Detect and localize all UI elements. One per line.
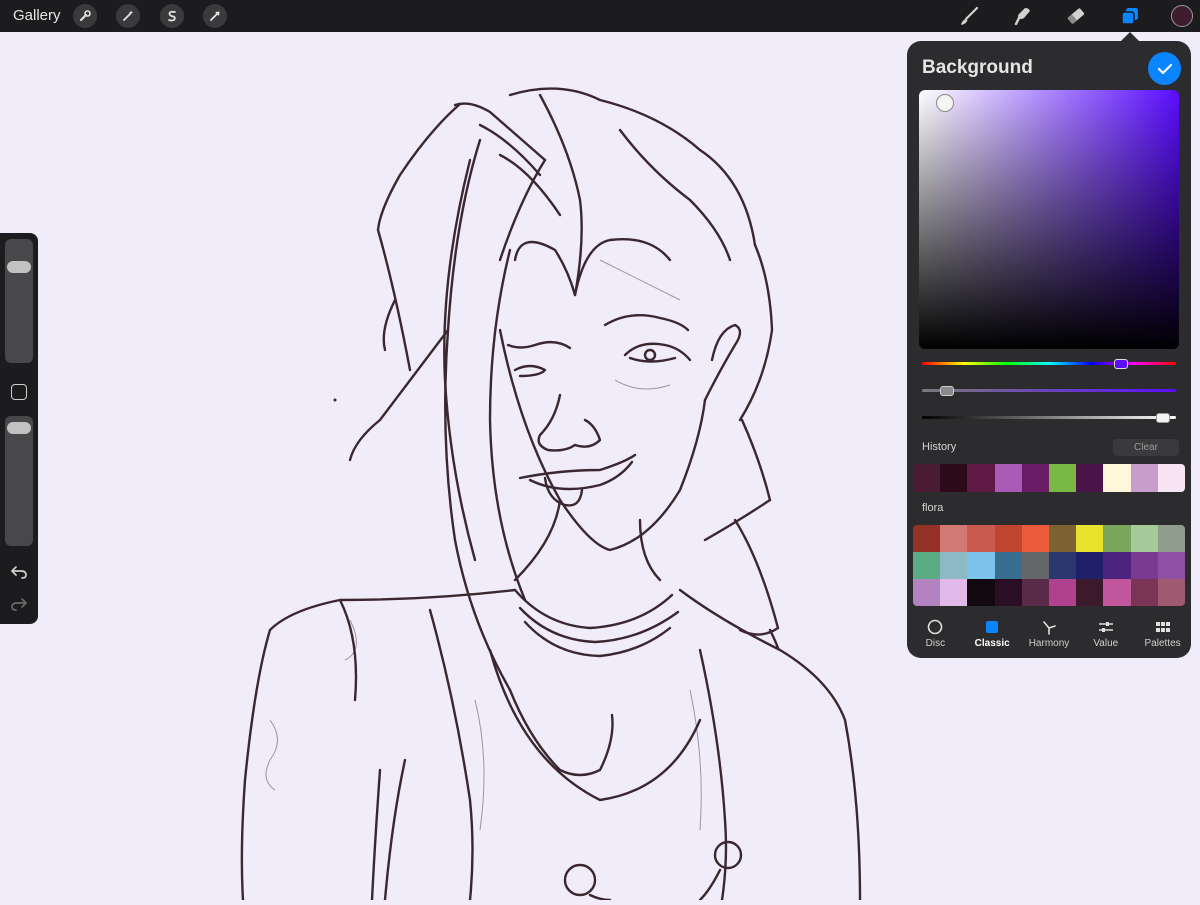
tab-label: Palettes: [1144, 638, 1181, 649]
tab-harmony[interactable]: Harmony: [1021, 613, 1078, 658]
palette-swatch[interactable]: [1130, 579, 1158, 606]
palette-swatch[interactable]: [1021, 525, 1049, 552]
palette-swatch[interactable]: [1076, 579, 1104, 606]
brightness-slider[interactable]: [922, 413, 1176, 423]
selection-s-icon[interactable]: [160, 4, 184, 28]
palette-swatch[interactable]: [994, 525, 1022, 552]
opacity-handle[interactable]: [7, 421, 31, 434]
palette-swatch[interactable]: [967, 579, 995, 606]
eraser-icon[interactable]: [1064, 4, 1088, 28]
history-swatch[interactable]: [1021, 464, 1050, 492]
palette-swatch[interactable]: [1130, 552, 1158, 579]
tab-label: Harmony: [1028, 638, 1070, 649]
classic-square-icon: [986, 621, 999, 633]
palettes-grid-icon: [1155, 622, 1170, 632]
palette-swatch[interactable]: [1103, 525, 1131, 552]
layers-icon[interactable]: [1118, 4, 1142, 28]
history-swatch[interactable]: [1157, 464, 1185, 492]
palette-swatch[interactable]: [940, 579, 968, 606]
brush-icon[interactable]: [957, 4, 981, 28]
history-swatch[interactable]: [1049, 464, 1077, 492]
palette-swatch[interactable]: [940, 525, 968, 552]
saturation-brightness-square[interactable]: [919, 90, 1179, 349]
palette-swatch[interactable]: [1157, 579, 1185, 606]
history-swatch[interactable]: [1076, 464, 1104, 492]
saturation-handle[interactable]: [939, 386, 954, 396]
palette-swatch[interactable]: [1021, 552, 1049, 579]
palette-swatch[interactable]: [1157, 552, 1185, 579]
disc-icon: [928, 619, 943, 635]
tab-palettes[interactable]: Palettes: [1134, 613, 1191, 658]
tab-label: Value: [1093, 638, 1119, 649]
redo-icon[interactable]: [9, 595, 29, 613]
harmony-icon: [1043, 621, 1056, 635]
saturation-slider[interactable]: [922, 386, 1176, 396]
palette-swatch[interactable]: [967, 552, 995, 579]
history-swatch[interactable]: [1130, 464, 1158, 492]
confirm-button[interactable]: [1148, 52, 1181, 85]
history-swatch[interactable]: [994, 464, 1022, 492]
active-color-swatch[interactable]: [1171, 5, 1193, 27]
tab-label: Classic: [974, 638, 1010, 649]
history-label: History: [922, 441, 957, 453]
checkmark-icon: [1157, 63, 1172, 74]
palette-swatch[interactable]: [967, 525, 995, 552]
palette-swatch[interactable]: [940, 552, 968, 579]
tab-value[interactable]: Value: [1077, 613, 1134, 658]
hue-slider[interactable]: [922, 359, 1176, 369]
tab-disc[interactable]: Disc: [907, 613, 964, 658]
palette-name: flora: [922, 502, 944, 514]
history-swatches: [913, 464, 1185, 492]
color-mode-tabs: Disc Classic Harmony Value Palettes: [907, 613, 1191, 658]
tab-label: Disc: [925, 638, 946, 649]
panel-title: Background: [922, 57, 1033, 78]
hue-handle[interactable]: [1114, 359, 1129, 369]
color-panel: Background History Clear flora Disc Clas…: [907, 41, 1191, 658]
history-swatch[interactable]: [913, 464, 941, 492]
brightness-handle[interactable]: [1156, 413, 1171, 423]
palette-swatch[interactable]: [1049, 552, 1077, 579]
palette-swatch[interactable]: [1130, 525, 1158, 552]
brush-size-handle[interactable]: [7, 261, 31, 274]
palette-swatch[interactable]: [1021, 579, 1049, 606]
gallery-button[interactable]: Gallery: [13, 7, 61, 24]
palette-swatch[interactable]: [1049, 525, 1077, 552]
tab-classic[interactable]: Classic: [964, 613, 1021, 658]
palette-swatch[interactable]: [994, 552, 1022, 579]
top-toolbar: Gallery: [0, 0, 1200, 32]
palette-swatch[interactable]: [913, 552, 941, 579]
opacity-slider[interactable]: [5, 416, 33, 546]
palette-swatch[interactable]: [913, 525, 941, 552]
history-swatch[interactable]: [967, 464, 995, 492]
palette-swatch[interactable]: [994, 579, 1022, 606]
color-picker-knob[interactable]: [936, 93, 955, 112]
transform-arrow-icon[interactable]: [203, 4, 227, 28]
value-sliders-icon: [1098, 622, 1113, 632]
history-swatch[interactable]: [940, 464, 968, 492]
left-sidebar: [0, 233, 38, 624]
palette-swatch[interactable]: [1076, 525, 1104, 552]
brush-size-slider[interactable]: [5, 239, 33, 363]
clear-history-button[interactable]: Clear: [1113, 439, 1179, 456]
palette-swatch[interactable]: [1103, 579, 1131, 606]
palette-swatch[interactable]: [1076, 552, 1104, 579]
palette-swatch[interactable]: [1103, 552, 1131, 579]
palette-swatches: [913, 525, 1185, 606]
undo-icon[interactable]: [9, 563, 29, 581]
wrench-icon[interactable]: [73, 4, 97, 28]
modify-button[interactable]: [11, 384, 27, 400]
palette-swatch[interactable]: [913, 579, 941, 606]
palette-swatch[interactable]: [1049, 579, 1077, 606]
magic-wand-icon[interactable]: [116, 4, 140, 28]
palette-swatch[interactable]: [1157, 525, 1185, 552]
smudge-icon[interactable]: [1011, 4, 1035, 28]
history-swatch[interactable]: [1103, 464, 1131, 492]
